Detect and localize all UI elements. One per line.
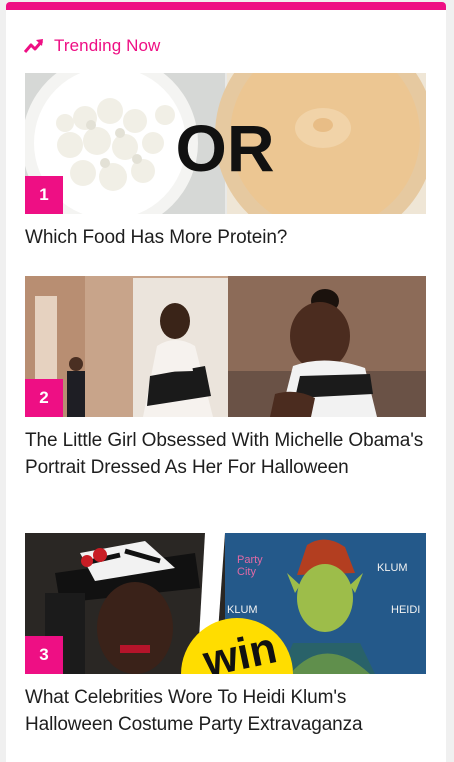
item-title-link[interactable]: Which Food Has More Protein? bbox=[25, 224, 426, 251]
item-thumbnail[interactable]: 2 bbox=[25, 276, 426, 417]
svg-text:KLUM: KLUM bbox=[377, 562, 408, 574]
widget-header: Trending Now bbox=[24, 36, 160, 56]
trending-item-1[interactable]: OR 1 Which Food Has More Protein? bbox=[25, 73, 426, 251]
svg-text:City: City bbox=[237, 566, 256, 578]
svg-text:HEIDI: HEIDI bbox=[391, 604, 420, 616]
item-thumbnail[interactable]: OR 1 bbox=[25, 73, 426, 214]
trending-item-2[interactable]: 2 The Little Girl Obsessed With Michelle… bbox=[25, 276, 426, 481]
svg-text:Party: Party bbox=[237, 554, 263, 566]
item-title-link[interactable]: What Celebrities Wore To Heidi Klum's Ha… bbox=[25, 684, 426, 738]
rank-badge: 2 bbox=[25, 379, 63, 417]
item-title-link[interactable]: The Little Girl Obsessed With Michelle O… bbox=[25, 427, 426, 481]
item-thumbnail[interactable]: Party City KLUM HEIDI KLUM win 3 bbox=[25, 533, 426, 674]
trending-up-icon bbox=[24, 38, 44, 54]
rank-badge: 3 bbox=[25, 636, 63, 674]
widget-title: Trending Now bbox=[54, 36, 161, 55]
svg-text:KLUM: KLUM bbox=[227, 604, 258, 616]
trending-item-3[interactable]: Party City KLUM HEIDI KLUM win 3 What Ce… bbox=[25, 533, 426, 738]
trending-widget: Trending Now OR 1 Which Food Has More Pr… bbox=[6, 2, 446, 762]
thumb-overlay-text: OR bbox=[176, 111, 275, 185]
rank-badge: 1 bbox=[25, 176, 63, 214]
